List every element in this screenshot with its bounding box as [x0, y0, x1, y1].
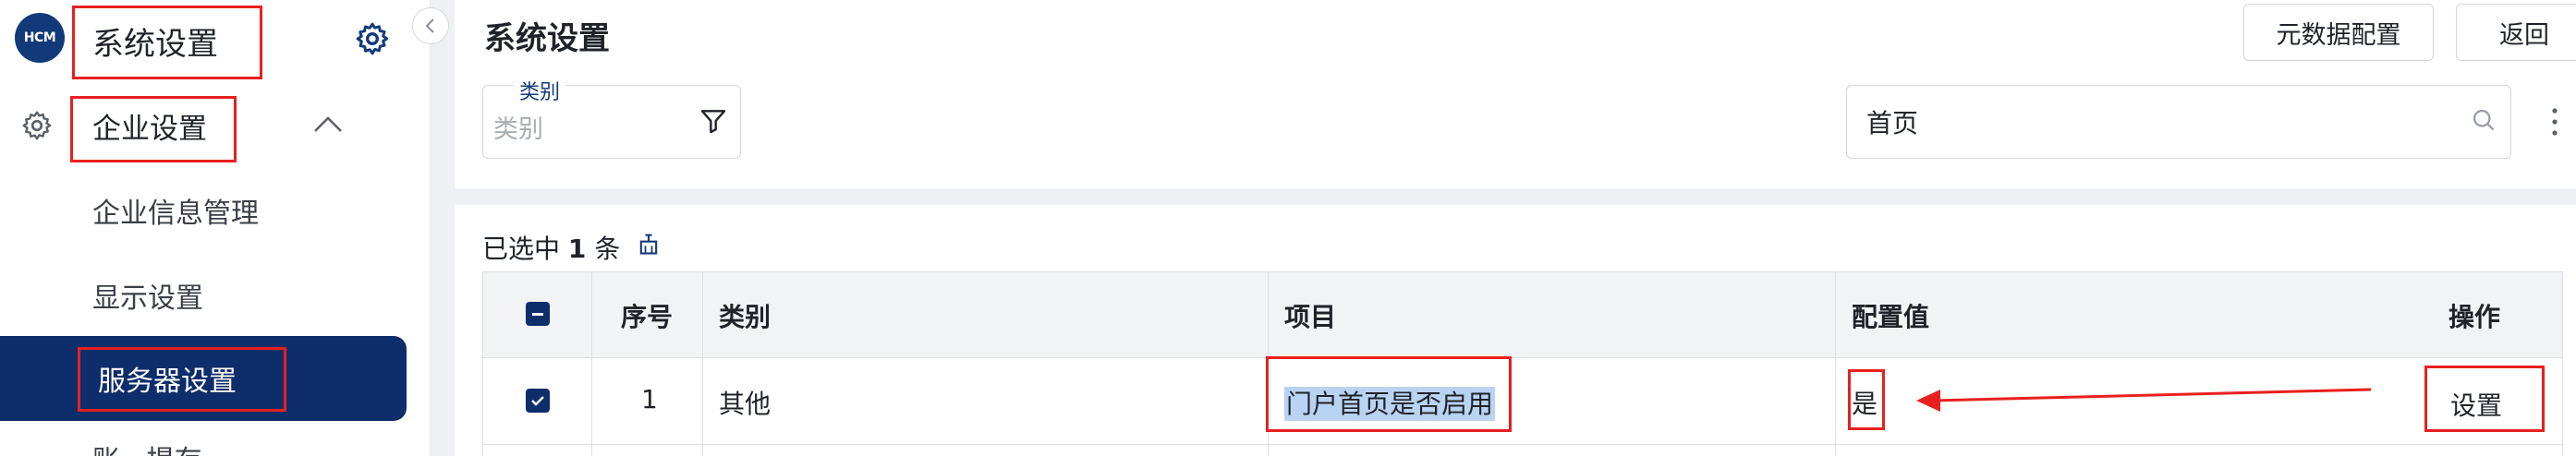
metadata-config-button[interactable]: 元数据配置: [2243, 4, 2434, 61]
annotation-arrow: [1916, 388, 2372, 412]
search-input[interactable]: [1846, 85, 2511, 159]
app-logo: HCM: [15, 13, 65, 63]
cell-index: 1: [641, 384, 658, 414]
search-input-value: 首页: [1866, 108, 1919, 138]
selection-count: 1: [567, 234, 587, 264]
column-header-index: 序号: [621, 302, 674, 332]
row-checkbox[interactable]: [526, 389, 550, 413]
collapse-sidebar-button[interactable]: [412, 7, 449, 44]
column-header-value: 配置值: [1852, 302, 1930, 332]
clear-selection-icon[interactable]: [636, 231, 662, 257]
search-icon[interactable]: [2471, 107, 2497, 133]
cell-value: 是: [1852, 389, 1878, 419]
sidebar-item-display-settings[interactable]: 显示设置: [92, 275, 203, 316]
funnel-icon[interactable]: [699, 106, 728, 136]
sidebar-item-partial[interactable]: 账...提存...: [92, 438, 228, 456]
sidebar-item-enterprise-info[interactable]: 企业信息管理: [92, 190, 259, 231]
column-header-item: 项目: [1284, 302, 1337, 332]
cell-item-text: 门户首页是否启用: [1284, 387, 1496, 421]
column-header-category: 类别: [719, 302, 772, 332]
sidebar-item-server-settings[interactable]: 服务器设置: [98, 358, 237, 399]
chevron-left-icon: [425, 18, 434, 33]
cell-category: 其他: [719, 389, 772, 419]
chevron-up-icon[interactable]: [310, 113, 346, 137]
column-divider: [1835, 271, 1836, 456]
cell-item: 门户首页是否启用: [1284, 384, 1496, 421]
column-divider: [1268, 271, 1269, 456]
indeterminate-mark: [532, 312, 543, 316]
page-title: 系统设置: [484, 20, 610, 57]
menu-group-label: 企业设置: [92, 113, 207, 146]
category-filter-legend: 类别: [514, 76, 566, 105]
back-button[interactable]: 返回: [2456, 4, 2576, 61]
settings-gear-icon[interactable]: [354, 20, 391, 57]
selection-suffix: 条: [594, 234, 621, 264]
selection-prefix: 已选中: [482, 234, 561, 264]
menu-gear-icon: [22, 111, 52, 140]
select-all-checkbox[interactable]: [526, 302, 550, 326]
category-filter-placeholder: 类别: [493, 115, 543, 144]
column-divider: [702, 271, 703, 456]
menu-group-enterprise-settings[interactable]: [0, 98, 431, 153]
checkmark-icon: [531, 396, 544, 406]
table-row-partial: [482, 445, 2563, 456]
app-title: 系统设置: [92, 26, 218, 63]
row-set-button[interactable]: 设置: [2450, 386, 2502, 423]
more-vertical-icon[interactable]: [2550, 107, 2559, 137]
column-divider: [591, 271, 592, 456]
column-header-action: 操作: [2448, 302, 2501, 332]
table-header: [482, 271, 2563, 358]
selection-summary: 已选中 1 条: [482, 229, 620, 266]
